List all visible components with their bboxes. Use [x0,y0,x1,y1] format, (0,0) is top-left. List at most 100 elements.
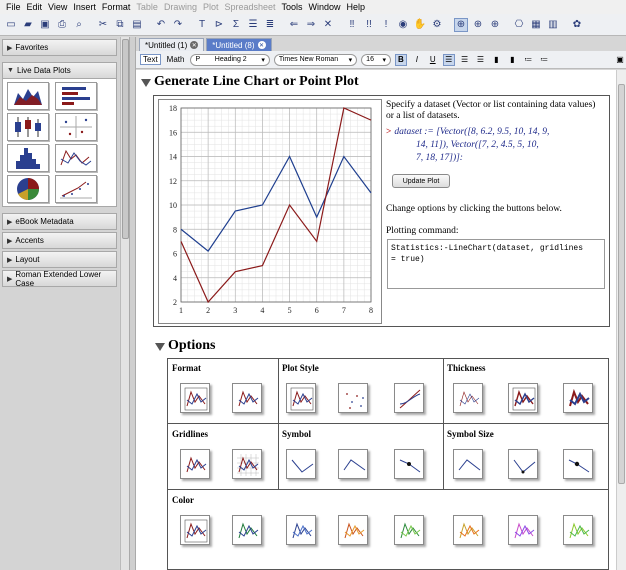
plot-style-point-icon[interactable] [338,383,368,413]
document-scrollbar-thumb[interactable] [618,84,625,484]
bold-button[interactable]: B [394,53,407,66]
stop-icon[interactable]: ✕ [321,18,335,32]
math-mode-button[interactable]: Math [165,55,187,64]
bullet-list-icon[interactable]: ≔ [522,54,534,66]
color-scheme-2-icon[interactable] [232,515,262,545]
thickness-thick-icon[interactable] [563,383,593,413]
color-default-icon[interactable] [180,515,210,545]
text-color-icon[interactable]: ▮ [490,54,502,66]
thickness-medium-icon[interactable] [508,383,538,413]
undo-icon[interactable]: ↶ [154,18,168,32]
line-chart-icon[interactable] [55,144,97,172]
thickness-thin-icon[interactable] [453,383,483,413]
pie-chart-icon[interactable] [7,175,49,203]
menu-tools[interactable]: Tools [279,2,306,12]
symbol-size-medium-icon[interactable] [508,449,538,479]
restart-icon[interactable]: ⚙ [430,18,444,32]
gridlines-off-icon[interactable] [180,449,210,479]
symbol-dot-icon[interactable] [394,449,424,479]
update-plot-button[interactable]: Update Plot [392,174,450,188]
insert-text-icon[interactable]: T [195,18,209,32]
font-size-select[interactable]: 16 ▾ [361,53,391,66]
debug-icon[interactable]: ◉ [396,18,410,32]
tab-untitled-1[interactable]: *Untitled (1) ✕ [139,38,205,51]
menu-insert[interactable]: Insert [70,2,99,12]
cut-icon[interactable]: ✂ [96,18,110,32]
color-scheme-3-icon[interactable] [286,515,316,545]
point-plot-icon[interactable] [55,175,97,203]
palette-layout[interactable]: ▶ Layout [2,251,117,268]
section-collapse-icon[interactable] [141,79,151,87]
histogram-icon[interactable] [7,144,49,172]
color-scheme-5-icon[interactable] [394,515,424,545]
tab-untitled-8[interactable]: *Untitled (8) ✕ [206,38,272,51]
format-default-icon[interactable] [180,383,210,413]
insert-sum-icon[interactable]: Σ [229,18,243,32]
document-area[interactable]: Generate Line Chart or Point Plot 123456… [136,70,616,570]
back-arrow-icon[interactable]: ⇐ [287,18,301,32]
menu-view[interactable]: View [45,2,70,12]
area-chart-icon[interactable] [7,82,49,110]
context-panel-icon[interactable]: ▣ [614,54,626,66]
outdent-icon[interactable]: ≣ [263,18,277,32]
panel-divider[interactable] [129,37,136,570]
section-collapse-icon[interactable] [155,343,165,351]
italic-button[interactable]: I [411,54,423,66]
bar-chart-icon[interactable] [55,82,97,110]
align-right-icon[interactable]: ☰ [475,54,487,66]
format-stacked-icon[interactable] [232,383,262,413]
forward-arrow-icon[interactable]: ⇒ [304,18,318,32]
open-folder-icon[interactable]: ▰ [21,18,35,32]
close-icon[interactable]: ✕ [257,41,266,49]
style-select[interactable]: P Heading 2 ▾ [190,53,270,66]
plot-style-line-icon[interactable] [286,383,316,413]
close-icon[interactable]: ✕ [190,41,199,49]
numbered-list-icon[interactable]: ≔ [538,54,550,66]
interrupt-icon[interactable]: ✋ [413,18,427,32]
symbol-size-small-icon[interactable] [453,449,483,479]
symbol-none-icon[interactable] [286,449,316,479]
color-scheme-4-icon[interactable] [338,515,368,545]
zoom-150-icon[interactable]: ⊕ [471,18,485,32]
color-scheme-7-icon[interactable] [508,515,538,545]
menu-window[interactable]: Window [306,2,344,12]
dashboard-icon[interactable]: ▥ [546,18,560,32]
toggle-code-icon[interactable]: ⎔ [512,18,526,32]
palette-ebook-metadata[interactable]: ▶ eBook Metadata [2,213,117,230]
symbol-line-icon[interactable] [338,449,368,479]
plotting-command-box[interactable]: Statistics:-LineChart(dataset, gridlines… [387,239,605,289]
menu-file[interactable]: File [3,2,24,12]
menu-format[interactable]: Format [99,2,134,12]
palette-favorites[interactable]: ▶ Favorites [2,39,117,56]
highlight-color-icon[interactable]: ▮ [506,54,518,66]
line-chart[interactable]: 1 2 3 4 5 6 7 8 2 4 6 8 10 12 14 16 18 [158,99,382,324]
execute-all-icon[interactable]: ‼ [345,18,359,32]
plot-style-smooth-icon[interactable] [394,383,424,413]
print-icon[interactable]: ⎙ [55,18,69,32]
palette-scrollbar[interactable] [120,37,129,570]
menu-help[interactable]: Help [344,2,369,12]
palette-accents[interactable]: ▶ Accents [2,232,117,249]
document-scrollbar[interactable] [616,70,626,570]
box-plot-icon[interactable] [7,113,49,141]
execute-selection-icon[interactable]: !! [362,18,376,32]
scatter-plot-icon[interactable] [55,113,97,141]
font-select[interactable]: Times New Roman ▾ [273,53,358,66]
symbol-size-large-icon[interactable] [563,449,593,479]
text-mode-button[interactable]: Text [140,54,161,65]
gridlines-on-icon[interactable] [232,449,262,479]
indent-icon[interactable]: ☰ [246,18,260,32]
palette-roman-extended[interactable]: ▶ Roman Extended Lower Case [2,270,117,288]
color-scheme-8-icon[interactable] [563,515,593,545]
palette-live-data-plots[interactable]: ▼ Live Data Plots [2,62,117,79]
align-center-icon[interactable]: ☰ [459,54,471,66]
paste-icon[interactable]: ▤ [130,18,144,32]
palette-scrollbar-thumb[interactable] [122,39,129,239]
execute-icon[interactable]: ! [379,18,393,32]
menu-edit[interactable]: Edit [24,2,46,12]
zoom-200-icon[interactable]: ⊕ [488,18,502,32]
maple-cloud-icon[interactable]: ✿ [570,18,584,32]
zoom-100-icon[interactable]: ⊕ [454,17,468,32]
redo-icon[interactable]: ↷ [171,18,185,32]
underline-button[interactable]: U [427,54,439,66]
